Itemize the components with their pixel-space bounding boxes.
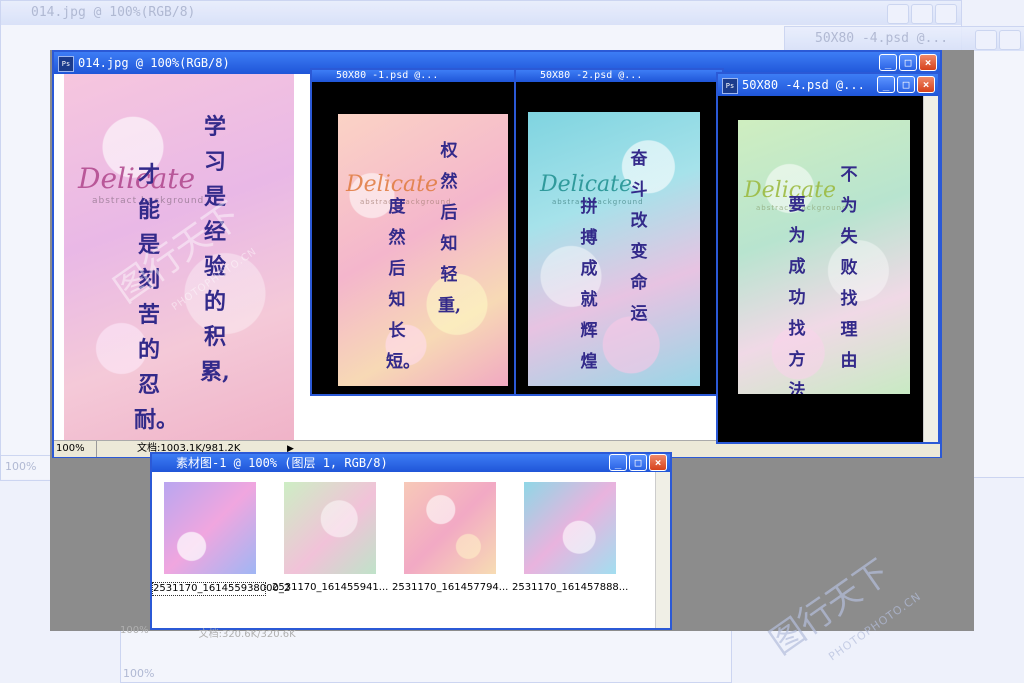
bottom-doc-info: 文档:320.6K/320.6K (198, 629, 296, 640)
document-window-4[interactable]: Ps 50X80 -4.psd @... _ □ × Delicate abst… (716, 72, 940, 444)
window-title: 50X80 -4.psd @... (742, 78, 865, 92)
window-titlebar[interactable]: 50X80 -2.psd @... (516, 70, 722, 82)
poster-3: Delicate abstract background 奋斗改变命运 拼搏成就… (528, 112, 700, 386)
close-icon: × (924, 55, 932, 69)
minimize-button[interactable]: _ (609, 454, 627, 471)
window-title: 50X80 -2.psd @... (540, 70, 643, 81)
minimize-icon: _ (882, 77, 890, 91)
photoshop-icon: Ps (722, 78, 738, 94)
poster-text-column-2: 度然后知长短。 (386, 197, 420, 372)
document-window-3[interactable]: 50X80 -2.psd @... Delicate abstract back… (514, 68, 724, 396)
window-titlebar[interactable]: 50X80 -1.psd @... (312, 70, 518, 82)
close-icon: × (922, 77, 930, 91)
poster-main: Delicate abstract background 学习是经验的积累, 才… (64, 74, 294, 440)
vertical-scrollbar[interactable] (923, 96, 938, 442)
window-titlebar[interactable]: 素材图-1 @ 100% (图层 1, RGB/8) _ □ × (152, 454, 670, 472)
background-window-title: 014.jpg @ 100%(RGB/8) (1, 1, 961, 25)
thumb-caption: 2531170_161455941... (272, 582, 389, 593)
window-title: 素材图-1 @ 100% (图层 1, RGB/8) (176, 456, 388, 470)
poster-2: Delicate abstract background 权然后知轻重, 度然后… (338, 114, 508, 386)
close-button[interactable]: × (917, 76, 935, 93)
poster-text-column-1: 奋斗改变命运 (630, 149, 648, 324)
thumb-caption: 2531170_161457888... (512, 582, 629, 593)
bottom-status-bar: 100% 文档:320.6K/320.6K (120, 625, 400, 640)
maximize-button[interactable]: □ (897, 76, 915, 93)
bottom-zoom: 100% (120, 625, 149, 636)
maximize-icon: □ (902, 77, 910, 91)
close-button[interactable]: × (919, 54, 937, 71)
window-title: 014.jpg @ 100%(RGB/8) (78, 56, 230, 70)
poster-text-column-1: 权然后知轻重, (438, 141, 461, 316)
thumb-4[interactable] (524, 482, 616, 574)
maximize-button[interactable]: □ (899, 54, 917, 71)
thumb-caption: 2531170_161457794... (392, 582, 509, 593)
material-window[interactable]: 素材图-1 @ 100% (图层 1, RGB/8) _ □ × 2531170… (150, 452, 672, 630)
zoom-level[interactable]: 100% (54, 441, 97, 457)
photoshop-icon: Ps (58, 56, 74, 72)
poster-4: Delicate abstract background 不为失败找理由 要为成… (738, 120, 910, 394)
poster-text-column-2: 要为成功找方法 (788, 195, 806, 394)
maximize-button[interactable]: □ (629, 454, 647, 471)
vertical-scrollbar[interactable] (655, 472, 670, 628)
background-zoom: 100% (123, 667, 155, 680)
minimize-button[interactable]: _ (877, 76, 895, 93)
canvas-2[interactable]: Delicate abstract background 权然后知轻重, 度然后… (312, 82, 518, 394)
background-window-controls (975, 30, 1021, 50)
poster-text-column-2: 拼搏成就辉煌 (580, 197, 598, 372)
window-title: 50X80 -1.psd @... (336, 70, 439, 81)
canvas-4[interactable]: Delicate abstract background 不为失败找理由 要为成… (718, 96, 924, 442)
maximize-icon: □ (634, 455, 642, 469)
minimize-icon: _ (614, 455, 622, 469)
minimize-icon: _ (884, 55, 892, 69)
thumb-3[interactable] (404, 482, 496, 574)
poster-text-column-1: 不为失败找理由 (840, 165, 858, 371)
window-titlebar[interactable]: Ps 50X80 -4.psd @... _ □ × (718, 74, 938, 96)
canvas-3[interactable]: Delicate abstract background 奋斗改变命运 拼搏成就… (516, 82, 722, 394)
close-icon: × (654, 455, 662, 469)
close-button[interactable]: × (649, 454, 667, 471)
thumb-1[interactable] (164, 482, 256, 574)
minimize-button[interactable]: _ (879, 54, 897, 71)
document-window-2[interactable]: 50X80 -1.psd @... Delicate abstract back… (310, 68, 520, 396)
background-window-controls (887, 4, 957, 24)
maximize-icon: □ (904, 55, 912, 69)
thumb-2[interactable] (284, 482, 376, 574)
thumb-caption: 2531170_161455938000_2 (152, 582, 291, 596)
